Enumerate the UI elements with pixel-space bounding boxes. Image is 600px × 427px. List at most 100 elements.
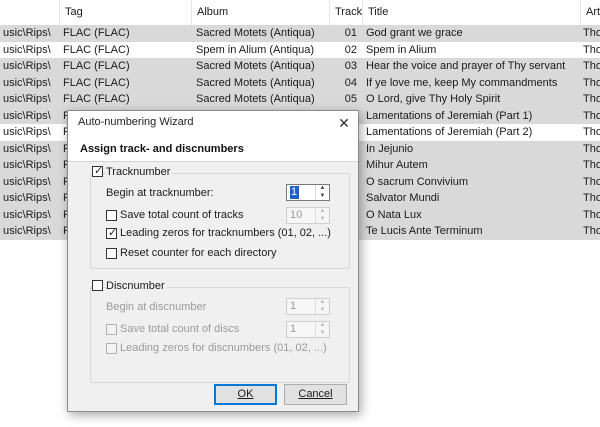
table-row[interactable]: usic\Rips\ FLAC (FLAC) Spem in Alium (Anti… — [0, 41, 600, 58]
reset-counter-checkbox[interactable] — [106, 248, 117, 259]
row-artist-cell: Tho — [583, 142, 600, 155]
row-artist-cell: Tho — [583, 109, 600, 122]
row-artist-cell: Tho — [583, 192, 600, 204]
row-title-cell: If ye love me, keep My commandments — [366, 76, 558, 89]
column-header-tag[interactable]: Tag — [59, 0, 191, 25]
spinner-arrows: ▲ ▼ — [315, 185, 329, 200]
row-path-cell: usic\Rips\ — [3, 192, 51, 204]
row-album-cell: Sacred Motets (Antiqua) — [196, 27, 315, 39]
dialog-heading: Assign track- and discnumbers — [80, 143, 244, 155]
leading-zeros-discs-checkbox[interactable] — [106, 343, 117, 354]
row-path-cell: usic\Rips\ — [3, 76, 51, 89]
tracknumber-label: Tracknumber — [106, 166, 173, 178]
checkmark-icon: ✓ — [108, 227, 118, 239]
row-artist-cell: Tho — [583, 159, 600, 171]
cancel-button-label: Cancel — [298, 388, 333, 400]
row-artist-cell: Tho — [583, 60, 600, 72]
row-path-cell: usic\Rips\ — [3, 159, 51, 171]
row-title-cell: O Nata Lux — [366, 208, 422, 221]
total-tracks-value: 10 — [290, 209, 303, 221]
begin-discnumber-label: Begin at discnumber — [106, 301, 207, 313]
column-header-track[interactable]: Track — [329, 0, 362, 25]
row-album-cell: Sacred Motets (Antiqua) — [196, 76, 315, 89]
row-artist-cell: Tho — [583, 126, 600, 138]
table-row[interactable]: usic\Rips\ FLAC (FLAC) Sacred Motets (Anti… — [0, 58, 600, 75]
row-tag-cell: FLAC (FLAC) — [63, 27, 130, 39]
total-discs-spinner[interactable]: 1 ▲ ▼ — [286, 321, 330, 338]
dialog-titlebar[interactable]: Auto-numbering Wizard ✕ — [68, 111, 358, 135]
row-tag-cell: FLAC (FLAC) — [63, 76, 130, 89]
row-path-cell: usic\Rips\ — [3, 93, 51, 105]
spin-up-icon: ▲ — [319, 299, 326, 305]
row-path-cell: usic\Rips\ — [3, 175, 51, 188]
row-artist-cell: Tho — [583, 43, 600, 56]
row-path-cell: usic\Rips\ — [3, 208, 51, 221]
spin-down-icon: ▼ — [319, 307, 326, 313]
column-header-title[interactable]: Title — [362, 0, 580, 25]
total-tracks-spinner[interactable]: 10 ▲ ▼ — [286, 207, 330, 224]
spin-up-icon: ▲ — [319, 208, 326, 214]
row-tag-cell: FLAC (FLAC) — [63, 43, 130, 56]
dialog-header: Assign track- and discnumbers — [68, 135, 358, 162]
spinner-arrows: ▲ ▼ — [315, 299, 329, 314]
leading-zeros-tracks-label: Leading zeros for tracknumbers (01, 02, … — [120, 227, 331, 239]
column-header-artist[interactable]: Arti — [580, 0, 600, 25]
ok-button[interactable]: OK — [214, 384, 277, 405]
row-title-cell: Salvator Mundi — [366, 192, 440, 204]
spinner-arrows: ▲ ▼ — [315, 208, 329, 223]
row-path-cell: usic\Rips\ — [3, 43, 51, 56]
leading-zeros-tracks-checkbox[interactable]: ✓ — [106, 227, 118, 239]
begin-tracknumber-label: Begin at tracknumber: — [106, 187, 214, 199]
row-title-cell: God grant we grace — [366, 27, 463, 39]
row-artist-cell: Tho — [583, 225, 600, 237]
total-discs-value: 1 — [290, 323, 297, 335]
row-artist-cell: Tho — [583, 175, 600, 188]
row-track-cell: 05 — [344, 93, 357, 105]
table-row[interactable]: usic\Rips\ FLAC (FLAC) Sacred Motets (Anti… — [0, 74, 600, 91]
save-total-tracks-checkbox[interactable] — [106, 210, 117, 221]
auto-numbering-dialog: Auto-numbering Wizard ✕ Assign track- an… — [67, 110, 359, 412]
column-header-row: Tag Album Track Title Arti — [0, 0, 600, 26]
spin-up-icon[interactable]: ▲ — [316, 185, 329, 192]
row-album-cell: Sacred Motets (Antiqua) — [196, 60, 315, 72]
begin-tracknumber-spinner[interactable]: 1 ▲ ▼ — [286, 184, 330, 201]
cancel-button[interactable]: Cancel — [284, 384, 347, 405]
spin-down-icon: ▼ — [319, 216, 326, 222]
tracknumber-checkbox[interactable]: ✓ — [92, 165, 104, 177]
save-total-discs-checkbox[interactable] — [106, 324, 117, 335]
row-title-cell: O sacrum Convivium — [366, 175, 469, 188]
row-artist-cell: Tho — [583, 208, 600, 221]
row-path-cell: usic\Rips\ — [3, 126, 51, 138]
row-title-cell: Hear the voice and prayer of Thy servant — [366, 60, 566, 72]
row-track-cell: 02 — [344, 43, 357, 56]
row-path-cell: usic\Rips\ — [3, 60, 51, 72]
row-path-cell: usic\Rips\ — [3, 109, 51, 122]
row-album-cell: Sacred Motets (Antiqua) — [196, 93, 315, 105]
column-header-path[interactable] — [0, 0, 59, 25]
leading-zeros-discs-label: Leading zeros for discnumbers (01, 02, .… — [120, 342, 327, 354]
row-title-cell: Mihur Autem — [366, 159, 428, 171]
table-row[interactable]: usic\Rips\ FLAC (FLAC) Sacred Motets (Anti… — [0, 25, 600, 42]
row-artist-cell: Tho — [583, 27, 600, 39]
dialog-title: Auto-numbering Wizard — [78, 116, 194, 128]
row-title-cell: O Lord, give Thy Holy Spirit — [366, 93, 501, 105]
column-header-album[interactable]: Album — [191, 0, 329, 25]
spin-down-icon[interactable]: ▼ — [316, 193, 329, 200]
begin-tracknumber-value[interactable]: 1 — [290, 186, 299, 199]
begin-discnumber-value: 1 — [290, 300, 297, 312]
checkmark-icon: ✓ — [94, 165, 104, 177]
row-tag-cell: FLAC (FLAC) — [63, 60, 130, 72]
spin-down-icon: ▼ — [319, 330, 326, 336]
close-icon[interactable]: ✕ — [330, 111, 358, 135]
row-artist-cell: Tho — [583, 93, 600, 105]
ok-button-label: OK — [237, 388, 254, 400]
row-track-cell: 01 — [344, 27, 357, 39]
discnumber-checkbox[interactable] — [92, 280, 103, 291]
row-track-cell: 03 — [344, 60, 357, 72]
row-tag-cell: FLAC (FLAC) — [63, 93, 130, 105]
spin-up-icon: ▲ — [319, 322, 326, 328]
table-row[interactable]: usic\Rips\ FLAC (FLAC) Sacred Motets (Anti… — [0, 91, 600, 108]
row-title-cell: In Jejunio — [366, 142, 414, 155]
begin-discnumber-spinner[interactable]: 1 ▲ ▼ — [286, 298, 330, 315]
row-artist-cell: Tho — [583, 76, 600, 89]
